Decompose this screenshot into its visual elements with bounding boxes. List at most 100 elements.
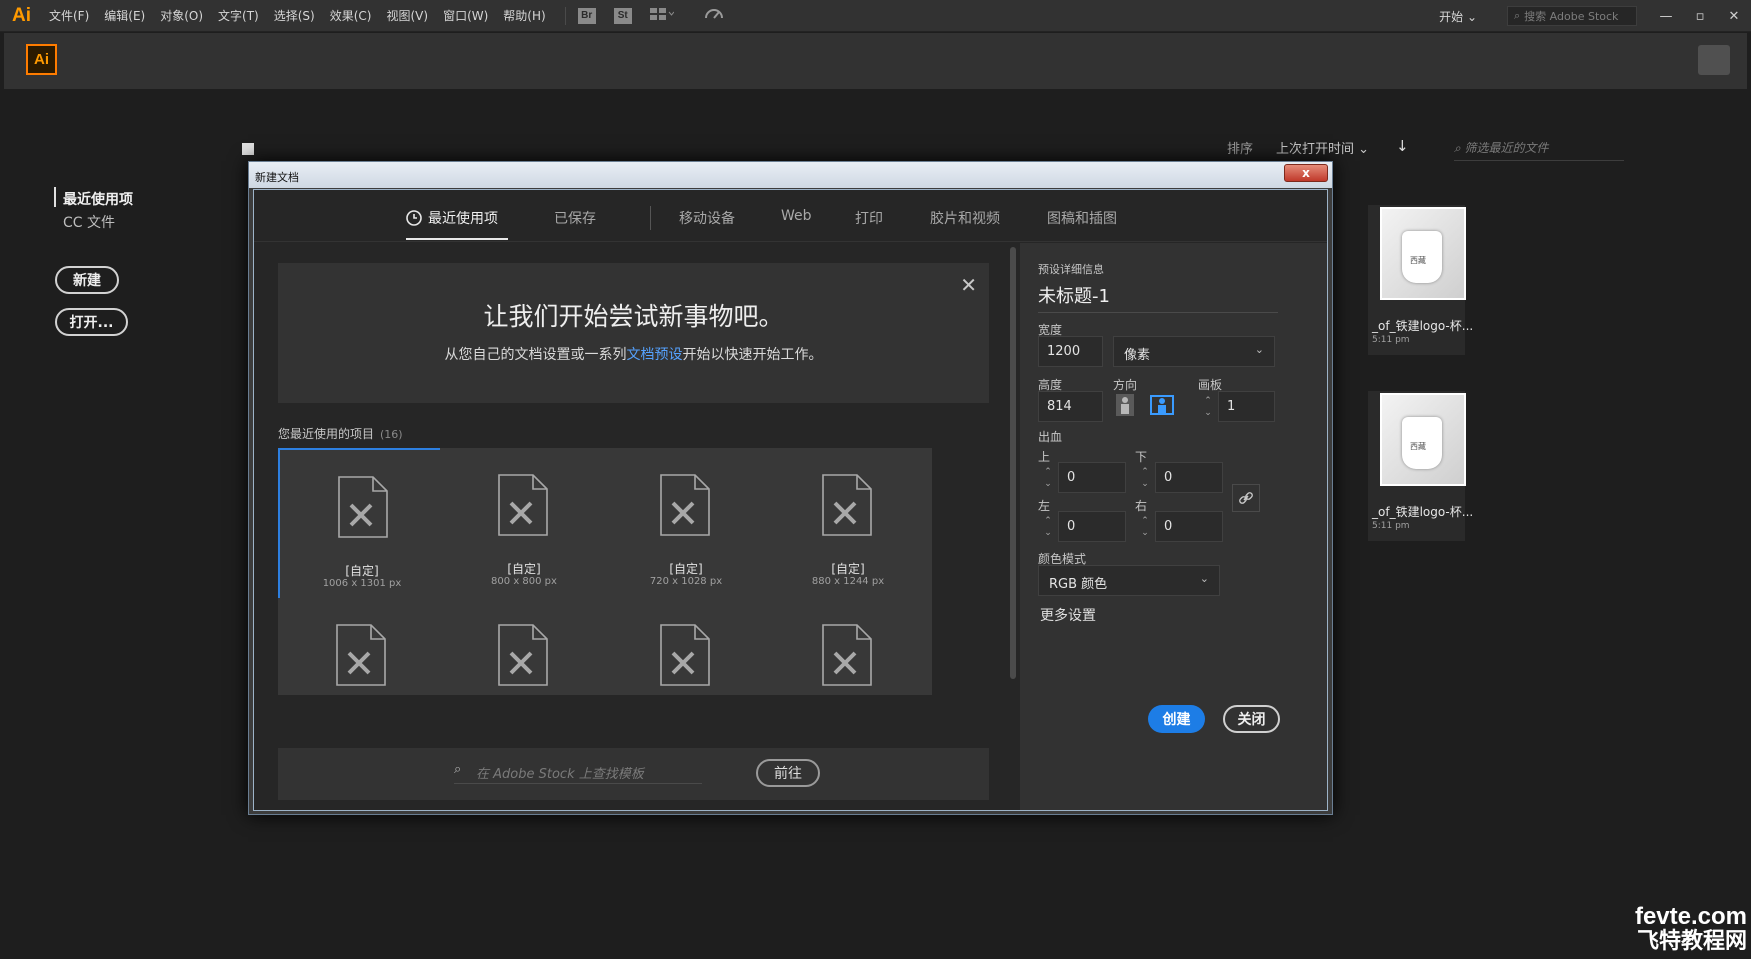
menu-effect[interactable]: 效果(C): [330, 7, 372, 24]
stock-button[interactable]: St: [613, 7, 632, 24]
search-icon: ⌕: [454, 762, 462, 777]
preset-tile[interactable]: [602, 598, 770, 695]
menu-window[interactable]: 窗口(W): [443, 7, 488, 24]
tab-saved[interactable]: 已保存: [554, 208, 596, 228]
bleed-bottom-input[interactable]: 0: [1155, 462, 1223, 493]
preset-tile[interactable]: [自定] 720 x 1028 px: [602, 448, 770, 601]
tab-film-video[interactable]: 胶片和视频: [930, 208, 1000, 228]
preset-tile[interactable]: [440, 598, 608, 695]
gpu-performance-icon[interactable]: [704, 6, 724, 26]
preset-tile[interactable]: [764, 598, 932, 695]
app-logo: Ai: [26, 44, 57, 75]
account-button[interactable]: [1698, 45, 1730, 75]
document-icon: [822, 474, 872, 536]
stock-go-button[interactable]: 前往: [756, 759, 820, 787]
app-header: Ai: [4, 33, 1747, 89]
file-time: 5:11 pm: [1372, 521, 1410, 531]
menu-object[interactable]: 对象(O): [160, 7, 203, 24]
tile-name: [自定]: [507, 562, 541, 576]
menu-select[interactable]: 选择(S): [274, 7, 315, 24]
menu-help[interactable]: 帮助(H): [503, 7, 545, 24]
sort-direction-icon[interactable]: ↓: [1396, 137, 1409, 155]
width-input[interactable]: 1200: [1038, 336, 1103, 367]
more-settings-link[interactable]: 更多设置: [1040, 605, 1096, 625]
tab-web[interactable]: Web: [781, 208, 812, 224]
artboards-stepper[interactable]: ⌃ ⌄: [1200, 391, 1216, 422]
bleed-left-stepper[interactable]: ⌃ ⌄: [1040, 511, 1056, 542]
bleed-right-stepper[interactable]: ⌃ ⌄: [1137, 511, 1153, 542]
recent-items-label: 您最近使用的项目 (16): [278, 427, 403, 441]
create-button[interactable]: 创建: [1148, 705, 1205, 733]
document-icon: [660, 474, 710, 536]
bleed-top-input[interactable]: 0: [1058, 462, 1126, 493]
arrange-documents-icon[interactable]: [649, 6, 675, 25]
dialog-title: 新建文档: [255, 171, 299, 184]
maximize-button[interactable]: ▫: [1683, 0, 1717, 32]
document-presets-link[interactable]: 文档预设: [627, 347, 683, 363]
presets-area: 让我们开始尝试新事物吧。 从您自己的文档设置或一系列文档预设开始以快速开始工作。…: [254, 243, 1016, 810]
preset-tile[interactable]: [278, 598, 446, 695]
tab-print[interactable]: 打印: [855, 208, 883, 228]
tab-recent[interactable]: 最近使用项: [406, 208, 498, 230]
unit-select[interactable]: 像素 ⌄: [1113, 336, 1275, 367]
file-preview-image: 西藏: [1380, 393, 1466, 486]
color-mode-select[interactable]: RGB 颜色 ⌄: [1038, 565, 1220, 596]
open-button[interactable]: 打开...: [55, 308, 128, 336]
preset-tile[interactable]: [自定] 1006 x 1301 px: [278, 448, 446, 601]
tab-art-illustration[interactable]: 图稿和插图: [1047, 208, 1117, 228]
minimize-button[interactable]: —: [1649, 0, 1683, 32]
bleed-left-input[interactable]: 0: [1058, 511, 1126, 542]
document-name-input[interactable]: 未标题-1: [1038, 282, 1278, 313]
preset-tab-bar: 最近使用项 已保存 移动设备 Web 打印 胶片和视频 图稿和插图: [254, 190, 1327, 242]
active-tab-indicator: [406, 238, 508, 240]
window-close-button[interactable]: ✕: [1717, 0, 1751, 32]
tile-size: 720 x 1028 px: [649, 576, 723, 587]
document-icon: [498, 474, 548, 536]
menu-file[interactable]: 文件(F): [49, 7, 89, 24]
illustrator-logo: Ai: [12, 4, 31, 26]
menu-type[interactable]: 文字(T): [218, 7, 259, 24]
tab-mobile[interactable]: 移动设备: [679, 208, 735, 228]
portrait-orientation-icon[interactable]: [1113, 393, 1137, 417]
dialog-close-button[interactable]: x: [1284, 164, 1328, 182]
filter-recent-input[interactable]: ⌕ 筛选最近的文件: [1454, 139, 1624, 161]
document-icon: [822, 624, 872, 686]
menu-bar: Ai 文件(F) 编辑(E) 对象(O) 文字(T) 选择(S) 效果(C) 视…: [0, 0, 1751, 32]
height-input[interactable]: 814: [1038, 391, 1103, 422]
menu-edit[interactable]: 编辑(E): [104, 7, 145, 24]
new-button[interactable]: 新建: [55, 266, 119, 294]
landscape-orientation-icon[interactable]: [1150, 393, 1174, 417]
sort-dropdown[interactable]: 上次打开时间 ⌄: [1276, 138, 1369, 157]
bridge-button[interactable]: Br: [577, 7, 596, 24]
document-icon: [336, 624, 386, 686]
recent-file-thumbnail[interactable]: 西藏 _of_铁建logo-杯... 5:11 pm: [1368, 205, 1473, 355]
link-bleed-button[interactable]: [1232, 484, 1260, 512]
stock-search-input[interactable]: ⌕ 搜索 Adobe Stock: [1507, 6, 1637, 26]
file-preview-image: 西藏: [1380, 207, 1466, 300]
document-icon: [338, 476, 388, 538]
sidebar-item-recent[interactable]: 最近使用项: [63, 189, 133, 209]
bleed-bottom-stepper[interactable]: ⌃ ⌄: [1137, 462, 1153, 493]
bleed-top-stepper[interactable]: ⌃ ⌄: [1040, 462, 1056, 493]
sidebar-item-cc-files[interactable]: CC 文件: [63, 212, 115, 232]
artboards-input[interactable]: 1: [1218, 391, 1275, 422]
bleed-right-input[interactable]: 0: [1155, 511, 1223, 542]
recent-file-thumbnail[interactable]: 西藏 _of_铁建logo-杯... 5:11 pm: [1368, 391, 1473, 541]
document-icon: [498, 624, 548, 686]
file-name: _of_铁建logo-杯...: [1372, 319, 1474, 333]
watermark-domain: fevte.com: [1634, 903, 1747, 930]
close-button[interactable]: 关闭: [1223, 705, 1280, 733]
preset-tile[interactable]: [自定] 880 x 1244 px: [764, 448, 932, 601]
menu-view[interactable]: 视图(V): [386, 7, 428, 24]
presets-scrollbar[interactable]: [1010, 247, 1016, 679]
tile-size: 1006 x 1301 px: [322, 578, 402, 589]
clock-icon: [406, 210, 422, 230]
workspace-switcher[interactable]: 开始 ⌄: [1439, 8, 1477, 25]
banner-title: 让我们开始尝试新事物吧。: [483, 302, 784, 331]
preset-tile[interactable]: [自定] 800 x 800 px: [440, 448, 608, 601]
grid-view-icon[interactable]: [242, 143, 254, 155]
stock-template-search-input[interactable]: ⌕ 在 Adobe Stock 上查找模板: [454, 760, 702, 784]
banner-close-icon[interactable]: ✕: [960, 273, 977, 297]
sidebar-active-marker: [54, 187, 56, 207]
chevron-down-icon: ⌄: [1254, 343, 1264, 356]
